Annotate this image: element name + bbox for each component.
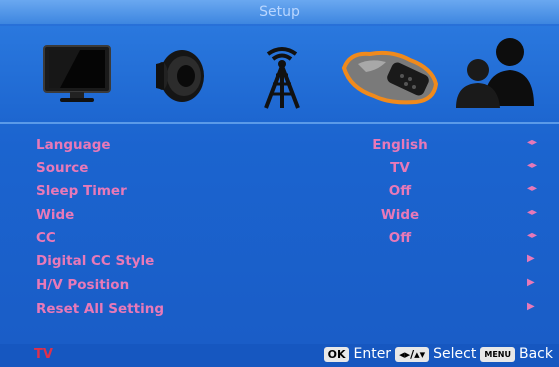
menu-item-label: Source <box>36 160 89 176</box>
parental-users-icon[interactable] <box>456 36 534 112</box>
left-right-arrow-icon[interactable]: ◂▸ <box>527 230 537 241</box>
settings-menu: Language English ◂▸ Source TV ◂▸ Sleep T… <box>0 128 559 338</box>
channel-antenna-icon[interactable] <box>258 42 306 116</box>
menu-item-wide[interactable]: Wide Wide ◂▸ <box>0 204 559 227</box>
menu-item-label: Sleep Timer <box>36 183 127 199</box>
menu-item-value: Off <box>388 230 412 246</box>
menu-item-label: Wide <box>36 207 75 223</box>
menu-item-sleep-timer[interactable]: Sleep Timer Off ◂▸ <box>0 180 559 203</box>
setup-hand-remote-icon[interactable] <box>340 44 440 110</box>
footer-bar: TV OK Enter ◂▸/▴▾ Select MENU Back <box>0 344 559 367</box>
menu-title: Setup <box>0 0 559 24</box>
sound-speaker-icon[interactable] <box>150 42 220 112</box>
right-arrow-icon[interactable]: ▶ <box>527 277 535 288</box>
right-arrow-icon[interactable]: ▶ <box>527 253 535 264</box>
ok-key-icon: OK <box>323 346 350 362</box>
ok-hint-text: Enter <box>353 346 392 362</box>
left-right-arrow-icon[interactable]: ◂▸ <box>527 160 537 171</box>
osd-screen: Setup Language English ◂▸ Source TV ◂▸ S… <box>0 0 559 367</box>
current-source-label: TV <box>34 347 53 362</box>
menu-item-value: English <box>372 137 428 153</box>
menu-item-value: Off <box>388 183 412 199</box>
menu-item-label: Digital CC Style <box>36 253 155 269</box>
menu-item-source[interactable]: Source TV ◂▸ <box>0 157 559 180</box>
left-right-arrow-icon[interactable]: ◂▸ <box>527 207 537 218</box>
menu-item-label: Language <box>36 137 111 153</box>
menu-item-label: H/V Position <box>36 277 130 293</box>
menu-item-digital-cc-style[interactable]: Digital CC Style ▶ <box>0 250 559 273</box>
back-hint-text: Back <box>519 346 553 362</box>
category-icon-bar <box>0 26 559 124</box>
navigation-key-icon: ◂▸/▴▾ <box>395 346 430 362</box>
picture-tv-icon[interactable] <box>40 42 116 112</box>
menu-item-cc[interactable]: CC Off ◂▸ <box>0 227 559 250</box>
menu-item-value: Wide <box>380 207 420 223</box>
menu-item-label: CC <box>36 230 56 246</box>
left-right-arrow-icon[interactable]: ◂▸ <box>527 137 537 148</box>
menu-item-reset-all-setting[interactable]: Reset All Setting ▶ <box>0 298 559 321</box>
right-arrow-icon[interactable]: ▶ <box>527 301 535 312</box>
menu-item-hv-position[interactable]: H/V Position ▶ <box>0 274 559 297</box>
menu-key-icon: MENU <box>480 346 515 362</box>
left-right-arrow-icon[interactable]: ◂▸ <box>527 183 537 194</box>
select-hint-text: Select <box>433 346 477 362</box>
menu-item-value: TV <box>390 160 410 176</box>
menu-item-language[interactable]: Language English ◂▸ <box>0 134 559 157</box>
key-hints: OK Enter ◂▸/▴▾ Select MENU Back <box>323 346 553 362</box>
menu-item-label: Reset All Setting <box>36 301 164 317</box>
